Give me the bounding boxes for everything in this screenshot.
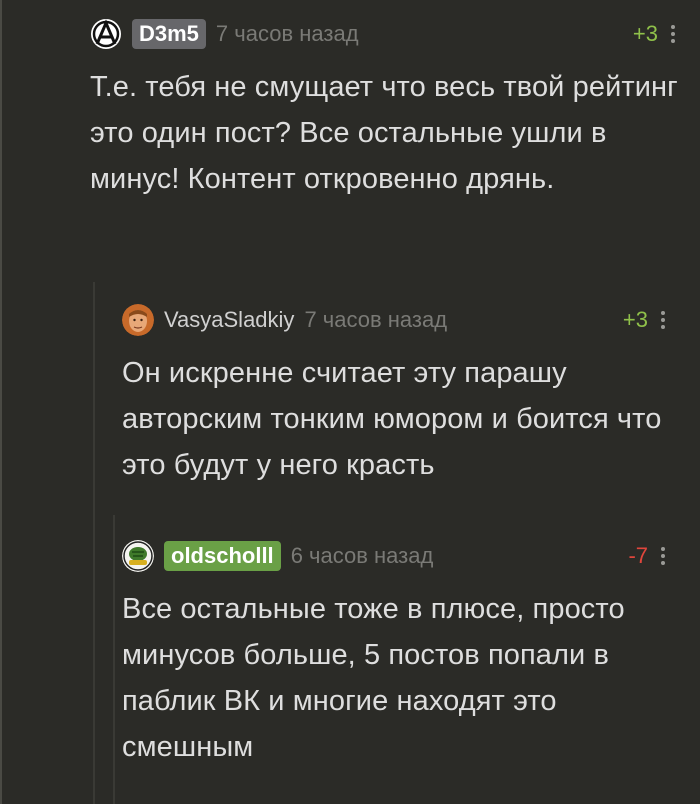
- comment-text: Он искренне считает эту парашу авторским…: [122, 357, 662, 481]
- turtle-logo-avatar: [122, 540, 154, 572]
- more-options-icon[interactable]: [656, 311, 670, 329]
- comment-rating[interactable]: +3: [623, 307, 648, 333]
- comment-time: 6 часов назад: [290, 543, 434, 568]
- comment-text: Все остальные тоже в плюсе, просто минус…: [122, 593, 625, 763]
- thread-line-outer[interactable]: [0, 0, 2, 804]
- username[interactable]: VasyaSladkiy: [164, 307, 294, 333]
- comment-rating[interactable]: -7: [628, 543, 648, 569]
- more-options-icon[interactable]: [666, 25, 680, 43]
- comment-rating[interactable]: +3: [633, 21, 658, 47]
- username[interactable]: D3m5: [132, 19, 206, 49]
- avatar[interactable]: [90, 18, 122, 50]
- comment-reply: VasyaSladkiy 7 часов назад +3 Он искренн…: [122, 300, 670, 488]
- comment-time: 7 часов назад: [304, 307, 448, 332]
- avatar[interactable]: [122, 540, 154, 572]
- comment-header: D3m5 7 часов назад +3: [90, 14, 680, 54]
- anarchy-symbol-icon: [91, 19, 121, 49]
- comment: D3m5 7 часов назад +3 Т.е. тебя не смуща…: [90, 14, 680, 202]
- username[interactable]: oldscholll: [164, 541, 281, 571]
- thread-line-nested-reply[interactable]: [113, 515, 115, 804]
- avatar[interactable]: [122, 304, 154, 336]
- comment-header: oldscholll 6 часов назад -7: [122, 536, 670, 576]
- user-photo-avatar: [122, 304, 154, 336]
- comment-header: VasyaSladkiy 7 часов назад +3: [122, 300, 670, 340]
- thread-line-reply[interactable]: [93, 282, 95, 804]
- more-options-icon[interactable]: [656, 547, 670, 565]
- comment-text: Т.е. тебя не смущает что весь твой рейти…: [90, 71, 678, 195]
- comments-thread: D3m5 7 часов назад +3 Т.е. тебя не смуща…: [0, 0, 700, 804]
- comment-reply: oldscholll 6 часов назад -7 Все остальны…: [122, 536, 670, 770]
- comment-time: 7 часов назад: [215, 21, 359, 46]
